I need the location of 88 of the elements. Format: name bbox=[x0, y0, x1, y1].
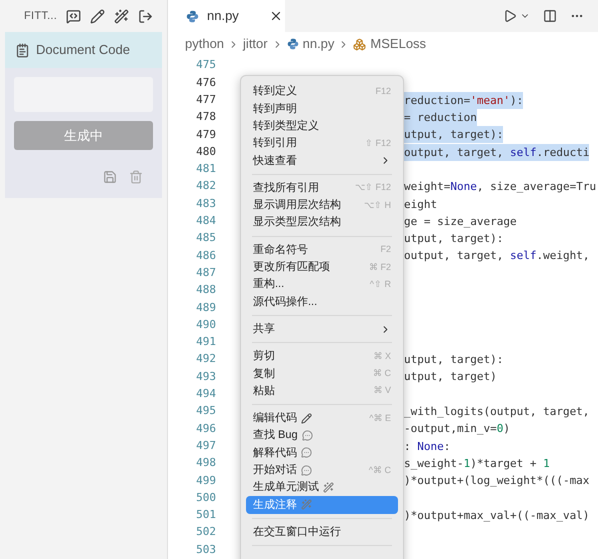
menu-item[interactable]: 解释代码 bbox=[246, 444, 398, 462]
line-number: 491 bbox=[195, 334, 216, 350]
line-number: 477 bbox=[195, 92, 216, 108]
line-number: 483 bbox=[195, 196, 216, 212]
menu-item[interactable]: 显示类型层次结构 bbox=[246, 214, 398, 232]
pen-icon bbox=[301, 412, 312, 424]
line-number: 492 bbox=[195, 351, 216, 368]
menu-item[interactable]: 生成单元测试 bbox=[246, 478, 398, 496]
menu-item[interactable]: 查找 Bug bbox=[246, 427, 398, 444]
chat-icon bbox=[301, 447, 312, 458]
exit-icon[interactable] bbox=[138, 8, 154, 24]
line-number: 481 bbox=[195, 161, 216, 178]
line-number: 502 bbox=[195, 524, 216, 540]
python-icon bbox=[186, 10, 199, 22]
line-number: 482 bbox=[195, 178, 216, 194]
wand-icon bbox=[323, 482, 334, 494]
line-number: 484 bbox=[195, 213, 216, 230]
line-number: 490 bbox=[195, 316, 216, 333]
line-number: 493 bbox=[195, 368, 216, 385]
menu-item[interactable]: 剪切 ⌘ X bbox=[246, 348, 398, 366]
chat-icon bbox=[301, 464, 312, 476]
breadcrumb-item[interactable]: MSELoss bbox=[370, 34, 426, 54]
menu-item[interactable]: 粘贴 ⌘ V bbox=[246, 382, 398, 400]
run-icon[interactable] bbox=[503, 9, 517, 23]
panel-title: Document Code bbox=[36, 41, 130, 60]
line-number: 489 bbox=[195, 300, 216, 316]
menu-item[interactable]: 在交互窗口中运行 bbox=[246, 524, 398, 541]
menu-item[interactable]: 转到类型定义 bbox=[246, 118, 398, 135]
menu-item[interactable]: 快速查看 bbox=[246, 152, 398, 170]
menu-item[interactable]: 转到引用 ⇧ F12 bbox=[246, 134, 398, 152]
breadcrumb-item[interactable]: nn.py bbox=[302, 34, 334, 54]
code-line: output, target, self.weight, bbox=[404, 248, 590, 264]
line-number: 486 bbox=[195, 248, 216, 264]
breadcrumb-item[interactable]: python bbox=[185, 34, 224, 54]
line-number: 499 bbox=[195, 472, 216, 489]
code-line: _with_logits(output, target, bbox=[404, 404, 590, 420]
line-number: 495 bbox=[195, 403, 216, 420]
wand-icon[interactable] bbox=[114, 8, 130, 24]
menu-item[interactable]: 转到定义 F12 bbox=[246, 83, 398, 100]
line-number: 479 bbox=[195, 126, 216, 143]
line-number: 480 bbox=[195, 144, 216, 160]
chat-icon bbox=[302, 430, 313, 442]
menu-item[interactable]: 源代码操作... bbox=[246, 293, 398, 311]
code-line: eight bbox=[404, 196, 438, 213]
code-line: weight=None, size_average=Tru bbox=[404, 179, 596, 196]
menu-item[interactable]: 重命名符号 F2 bbox=[246, 241, 398, 259]
line-number: 498 bbox=[195, 455, 216, 472]
line-number: 476 bbox=[195, 74, 216, 91]
code-line: : None: bbox=[404, 438, 450, 455]
panel-tab-label[interactable]: FITT... bbox=[24, 8, 58, 24]
code-line: )*output+(log_weight*(((-max bbox=[404, 473, 590, 490]
code-line: utput, target): bbox=[404, 231, 504, 248]
document-icon bbox=[15, 42, 30, 58]
code-line: -output,min_v=0) bbox=[404, 421, 510, 438]
code-line: ge = size_average bbox=[404, 214, 517, 230]
pencil-icon[interactable] bbox=[90, 8, 106, 24]
menu-item[interactable]: 重构... ^⇧ R bbox=[246, 276, 398, 294]
comment-icon[interactable] bbox=[66, 8, 82, 24]
split-editor-icon[interactable] bbox=[543, 9, 557, 23]
line-number: 497 bbox=[195, 438, 216, 454]
python-icon bbox=[286, 38, 299, 50]
menu-item[interactable]: 共享 bbox=[246, 320, 398, 338]
line-number: 501 bbox=[195, 507, 216, 524]
code-line: utput, target): bbox=[404, 352, 504, 368]
menu-item[interactable]: 编辑代码 ^⌘ E bbox=[246, 410, 398, 428]
tab-label: nn.py bbox=[207, 7, 239, 26]
wand-icon bbox=[301, 499, 312, 510]
class-icon bbox=[353, 38, 366, 50]
menu-item[interactable]: 查找所有引用 ⌥⇧ F12 bbox=[246, 179, 398, 197]
breadcrumb-item[interactable]: jittor bbox=[243, 34, 268, 54]
menu-item[interactable]: 显示调用层次结构 ⌥⇧ H bbox=[246, 196, 398, 214]
code-line: utput, target) bbox=[404, 369, 497, 386]
line-number: 500 bbox=[195, 490, 216, 506]
menu-item[interactable]: 更改所有匹配项 ⌘ F2 bbox=[246, 258, 398, 276]
line-number: 488 bbox=[195, 282, 216, 298]
line-number: 487 bbox=[195, 264, 216, 281]
editor-tab[interactable]: nn.py bbox=[168, 0, 285, 32]
line-number: 496 bbox=[195, 420, 216, 437]
line-number: 478 bbox=[195, 109, 216, 126]
line-number: 503 bbox=[195, 542, 216, 558]
line-number: 485 bbox=[195, 230, 216, 246]
menu-item[interactable]: 转到声明 bbox=[246, 100, 398, 118]
line-number: 475 bbox=[195, 57, 216, 74]
menu-item[interactable]: 复制 ⌘ C bbox=[246, 365, 398, 382]
code-line: )*output+max_val+((-max_val) bbox=[404, 508, 590, 524]
code-line: s_weight-1)*target + 1 bbox=[404, 456, 550, 472]
menu-item[interactable]: 开始对话 ^⌘ C bbox=[246, 462, 398, 479]
line-number: 494 bbox=[195, 386, 216, 402]
